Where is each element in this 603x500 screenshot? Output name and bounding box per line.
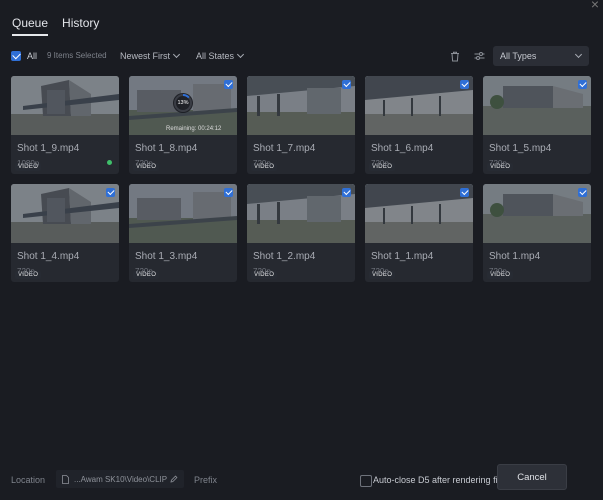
item-resolution: 1080p	[17, 159, 40, 168]
location-field[interactable]: ...Awam SK10\Video\CLIP	[56, 470, 184, 488]
item-checkbox[interactable]	[224, 80, 233, 89]
select-all-checkbox[interactable]	[11, 51, 21, 61]
item-resolution: 720p	[371, 267, 389, 276]
item-checkbox[interactable]	[342, 80, 351, 89]
video-thumbnail	[11, 76, 119, 135]
item-checkbox[interactable]	[578, 80, 587, 89]
sort-dropdown[interactable]: Newest First	[120, 50, 181, 61]
sort-label: Newest First	[120, 51, 171, 61]
item-title: Shot 1_8.mp4	[135, 143, 198, 154]
select-all-label: All	[27, 51, 38, 61]
prefix-input[interactable]: Prefix	[194, 475, 217, 485]
file-icon	[62, 475, 69, 484]
item-checkbox[interactable]	[578, 188, 587, 197]
footer: Location ...Awam SK10\Video\CLIP Prefix …	[0, 462, 603, 500]
item-checkbox[interactable]	[106, 188, 115, 197]
queue-card[interactable]: VIDEO 13% Remaining: 00:24:12 Shot 1_8.mp4 7…	[129, 76, 237, 174]
tab-queue[interactable]: Queue	[12, 12, 49, 36]
item-checkbox[interactable]	[460, 188, 469, 197]
item-title: Shot 1_6.mp4	[371, 143, 434, 154]
video-thumbnail	[129, 184, 237, 243]
queue-card[interactable]: VIDEO Shot 1_5.mp4 720p	[483, 76, 591, 174]
selected-count: 9 Items Selected	[47, 51, 107, 60]
item-checkbox[interactable]	[342, 188, 351, 197]
item-title: Shot 1_4.mp4	[17, 251, 80, 262]
queue-card[interactable]: VIDEO Shot 1_1.mp4 720p	[365, 184, 473, 282]
sliders-icon[interactable]	[469, 46, 489, 66]
pencil-icon[interactable]	[170, 475, 178, 483]
item-title: Shot 1.mp4	[489, 251, 541, 262]
video-thumbnail	[365, 184, 473, 243]
progress-label: 13%	[177, 100, 189, 106]
chevron-down-icon	[574, 50, 583, 59]
item-title: Shot 1_7.mp4	[253, 143, 316, 154]
item-title: Shot 1_3.mp4	[135, 251, 198, 262]
queue-card[interactable]: VIDEO Shot 1_3.mp4 720p	[129, 184, 237, 282]
item-title: Shot 1_9.mp4	[17, 143, 80, 154]
autoclose-checkbox[interactable]	[360, 475, 372, 487]
video-thumbnail	[365, 76, 473, 135]
remaining-time: Remaining: 00:24:12	[166, 126, 222, 132]
progress-ring: 13%	[173, 93, 193, 113]
item-checkbox[interactable]	[460, 80, 469, 89]
item-resolution: 720p	[253, 159, 271, 168]
video-thumbnail	[247, 76, 355, 135]
close-icon[interactable]: ×	[591, 0, 599, 12]
item-checkbox[interactable]	[224, 188, 233, 197]
item-resolution: 720p	[135, 267, 153, 276]
item-title: Shot 1_2.mp4	[253, 251, 316, 262]
queue-card[interactable]: VIDEO Shot 1_9.mp4 1080p	[11, 76, 119, 174]
queue-card[interactable]: VIDEO Shot 1_7.mp4 720p	[247, 76, 355, 174]
video-thumbnail	[247, 184, 355, 243]
item-title: Shot 1_5.mp4	[489, 143, 552, 154]
type-label: All Types	[500, 51, 537, 61]
toolbar: All 9 Items Selected Newest First All St…	[11, 46, 589, 66]
trash-icon[interactable]	[445, 46, 465, 66]
type-dropdown[interactable]: All Types	[493, 46, 589, 66]
video-thumbnail	[11, 184, 119, 243]
video-thumbnail	[483, 184, 591, 243]
queue-card[interactable]: VIDEO Shot 1_4.mp4 720p	[11, 184, 119, 282]
item-title: Shot 1_1.mp4	[371, 251, 434, 262]
item-resolution: 720p	[253, 267, 271, 276]
states-label: All States	[196, 51, 235, 61]
queue-card[interactable]: VIDEO Shot 1_2.mp4 720p	[247, 184, 355, 282]
cancel-button[interactable]: Cancel	[497, 464, 567, 490]
chevron-down-icon	[236, 50, 245, 59]
location-path: ...Awam SK10\Video\CLIP	[74, 475, 168, 484]
location-label: Location	[11, 475, 46, 485]
video-thumbnail	[483, 76, 591, 135]
queue-card[interactable]: VIDEO Shot 1.mp4 720p	[483, 184, 591, 282]
chevron-down-icon	[172, 50, 181, 59]
queue-card[interactable]: VIDEO Shot 1_6.mp4 720p	[365, 76, 473, 174]
item-resolution: 720p	[17, 267, 35, 276]
item-resolution: 720p	[489, 159, 507, 168]
states-dropdown[interactable]: All States	[196, 50, 245, 61]
item-resolution: 720p	[489, 267, 507, 276]
tab-history[interactable]: History	[62, 12, 99, 36]
status-done-icon	[107, 160, 112, 165]
item-resolution: 720p	[371, 159, 389, 168]
item-resolution: 720p	[135, 159, 153, 168]
tab-bar: Queue History	[12, 12, 99, 36]
